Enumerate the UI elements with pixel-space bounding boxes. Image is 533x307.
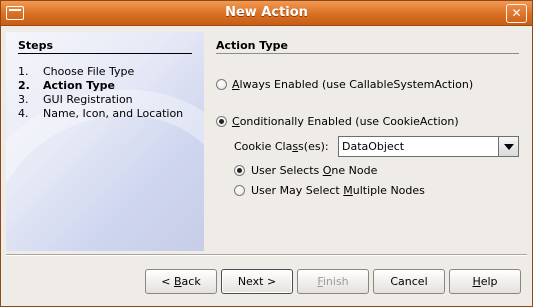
step-number: 1.: [18, 65, 29, 78]
panel-divider: [216, 53, 519, 54]
step-number: 3.: [18, 93, 29, 106]
always-enabled-radio[interactable]: [216, 79, 227, 90]
cookie-classes-combobox[interactable]: DataObject: [338, 136, 519, 157]
cancel-button[interactable]: Cancel: [373, 269, 445, 294]
next-button[interactable]: Next >: [221, 269, 293, 294]
conditionally-enabled-radio[interactable]: [216, 116, 227, 127]
user-selects-one-node-label[interactable]: User Selects One Node: [251, 164, 377, 177]
step-number: 2.: [18, 79, 30, 92]
steps-divider: [18, 53, 192, 54]
always-enabled-label[interactable]: Always Enabled (use CallableSystemAction…: [232, 78, 473, 91]
button-bar-separator: [6, 254, 527, 256]
user-selects-multiple-nodes-label[interactable]: User May Select Multiple Nodes: [251, 184, 425, 197]
step-label: Action Type: [43, 79, 115, 92]
help-button[interactable]: Help: [449, 269, 521, 294]
user-selects-one-node-radio[interactable]: [234, 165, 245, 176]
new-action-dialog: New Action ✕ Steps 1. Choose File Type 2…: [0, 0, 533, 307]
step-label: GUI Registration: [43, 93, 133, 106]
conditionally-enabled-label[interactable]: Conditionally Enabled (use CookieAction): [232, 115, 459, 128]
panel-title: Action Type: [216, 39, 288, 52]
step-label: Choose File Type: [43, 65, 135, 78]
close-button[interactable]: ✕: [506, 4, 527, 23]
dialog-title: New Action: [225, 5, 308, 20]
back-button[interactable]: < Back: [145, 269, 217, 294]
user-selects-multiple-nodes-radio[interactable]: [234, 185, 245, 196]
finish-button[interactable]: Finish: [297, 269, 369, 294]
step-label: Name, Icon, and Location: [43, 107, 184, 120]
chevron-down-icon[interactable]: [498, 137, 518, 156]
step-number: 4.: [18, 107, 29, 120]
title-bar: New Action ✕: [1, 1, 532, 26]
cookie-classes-value: DataObject: [342, 140, 405, 153]
steps-panel: Steps 1. Choose File Type 2. Action Type…: [6, 32, 204, 251]
steps-title: Steps: [18, 39, 54, 52]
cookie-classes-label: Cookie Class(es):: [234, 140, 329, 153]
